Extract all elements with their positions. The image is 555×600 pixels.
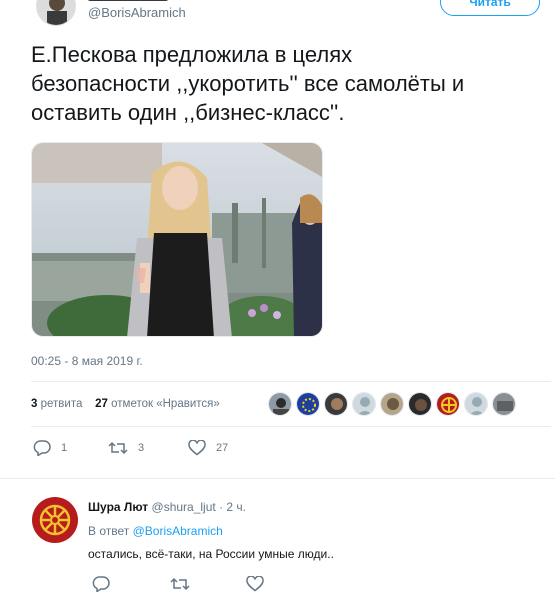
tweet-stats: 3 ретвита 27 отметок «Нравится» xyxy=(31,398,220,410)
reply-header: Шура Лют @shura_ljut · 2 ч. xyxy=(88,500,246,514)
retweet-action-count: 3 xyxy=(138,442,145,454)
in-reply-to: В ответ @BorisAbramich xyxy=(88,524,223,538)
reply-text: остались, всё-таки, на России умные люди… xyxy=(88,547,334,561)
tweet-text-line: безопасности ,,укоротить'' все самолёты … xyxy=(31,71,465,96)
reply-like-action[interactable] xyxy=(246,575,264,597)
tweet-photo[interactable] xyxy=(31,142,323,337)
tweet-header: @BorisAbramich Читать xyxy=(0,0,555,36)
retweet-icon xyxy=(108,441,128,455)
liker-avatar[interactable] xyxy=(268,392,292,416)
reply-reply-action[interactable] xyxy=(92,576,110,597)
retweet-count[interactable]: 3 xyxy=(31,398,37,410)
tweet-text: Е.Пескова предложила в целях безопасност… xyxy=(31,40,551,127)
tweet-text-line: оставить один ,,бизнес-класс''. xyxy=(31,100,345,125)
divider xyxy=(0,478,555,479)
reply-time[interactable]: · 2 ч. xyxy=(219,500,246,514)
follow-button[interactable]: Читать xyxy=(440,0,540,16)
reply-icon xyxy=(92,576,110,593)
reply-author-handle[interactable]: @shura_ljut xyxy=(152,500,216,514)
author-name-cropped[interactable] xyxy=(88,0,168,1)
retweet-label[interactable]: ретвита xyxy=(41,398,83,410)
in-reply-handle-link[interactable]: @BorisAbramich xyxy=(133,524,223,538)
liker-avatar[interactable] xyxy=(436,392,460,416)
liker-avatar[interactable] xyxy=(408,392,432,416)
author-avatar[interactable] xyxy=(36,0,76,26)
reply-author-name[interactable]: Шура Лют xyxy=(88,500,148,514)
liker-avatar[interactable] xyxy=(296,392,320,416)
reply-icon xyxy=(33,440,51,456)
divider xyxy=(31,426,551,427)
liker-avatar[interactable] xyxy=(352,392,376,416)
like-action[interactable]: 27 xyxy=(188,440,228,456)
like-action-count: 27 xyxy=(216,442,229,454)
heart-icon xyxy=(188,440,206,456)
liker-avatar[interactable] xyxy=(324,392,348,416)
like-count[interactable]: 27 xyxy=(95,398,108,410)
tweet-timestamp[interactable]: 00:25 - 8 мая 2019 г. xyxy=(31,354,143,368)
divider xyxy=(31,381,551,382)
retweet-icon xyxy=(170,577,190,591)
liker-avatar[interactable] xyxy=(492,392,516,416)
reply-count: 1 xyxy=(61,442,68,454)
reply-action[interactable]: 1 xyxy=(33,440,67,456)
in-reply-prefix: В ответ xyxy=(88,524,130,538)
retweet-action[interactable]: 3 xyxy=(108,440,144,456)
reply-author-avatar[interactable] xyxy=(32,497,78,543)
like-label[interactable]: отметок «Нравится» xyxy=(111,398,220,410)
liker-avatar[interactable] xyxy=(380,392,404,416)
author-handle[interactable]: @BorisAbramich xyxy=(88,5,186,20)
liker-avatar[interactable] xyxy=(464,392,488,416)
heart-icon xyxy=(246,575,264,592)
reply-retweet-action[interactable] xyxy=(170,576,190,597)
tweet-text-line: Е.Пескова предложила в целях xyxy=(31,42,353,67)
